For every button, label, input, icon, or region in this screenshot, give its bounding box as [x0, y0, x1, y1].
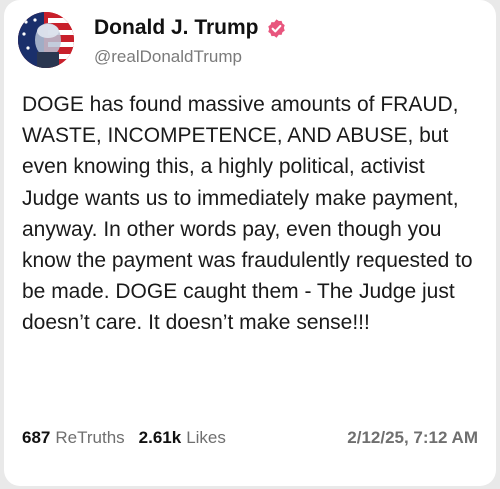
likes-label: Likes — [186, 428, 226, 447]
post-card: Donald J. Trump @realDonaldTrump DOGE ha… — [4, 0, 496, 486]
post-timestamp[interactable]: 2/12/25, 7:12 AM — [347, 428, 478, 448]
author-name-row: Donald J. Trump — [94, 16, 287, 40]
post-text: DOGE has found massive amounts of FRAUD,… — [22, 93, 473, 335]
verified-badge-icon — [266, 18, 287, 39]
retruths-count: 687 — [22, 428, 51, 447]
author-display-name[interactable]: Donald J. Trump — [94, 16, 259, 40]
author-handle[interactable]: @realDonaldTrump — [94, 47, 242, 67]
avatar[interactable] — [18, 12, 74, 68]
likes-stat[interactable]: 2.61k Likes — [139, 428, 226, 448]
retruths-label: ReTruths — [55, 428, 125, 447]
post-footer: 687 ReTruths 2.61k Likes 2/12/25, 7:12 A… — [22, 428, 478, 448]
avatar-image — [18, 12, 74, 68]
likes-count: 2.61k — [138, 428, 182, 447]
retruths-stat[interactable]: 687 ReTruths — [22, 428, 125, 448]
